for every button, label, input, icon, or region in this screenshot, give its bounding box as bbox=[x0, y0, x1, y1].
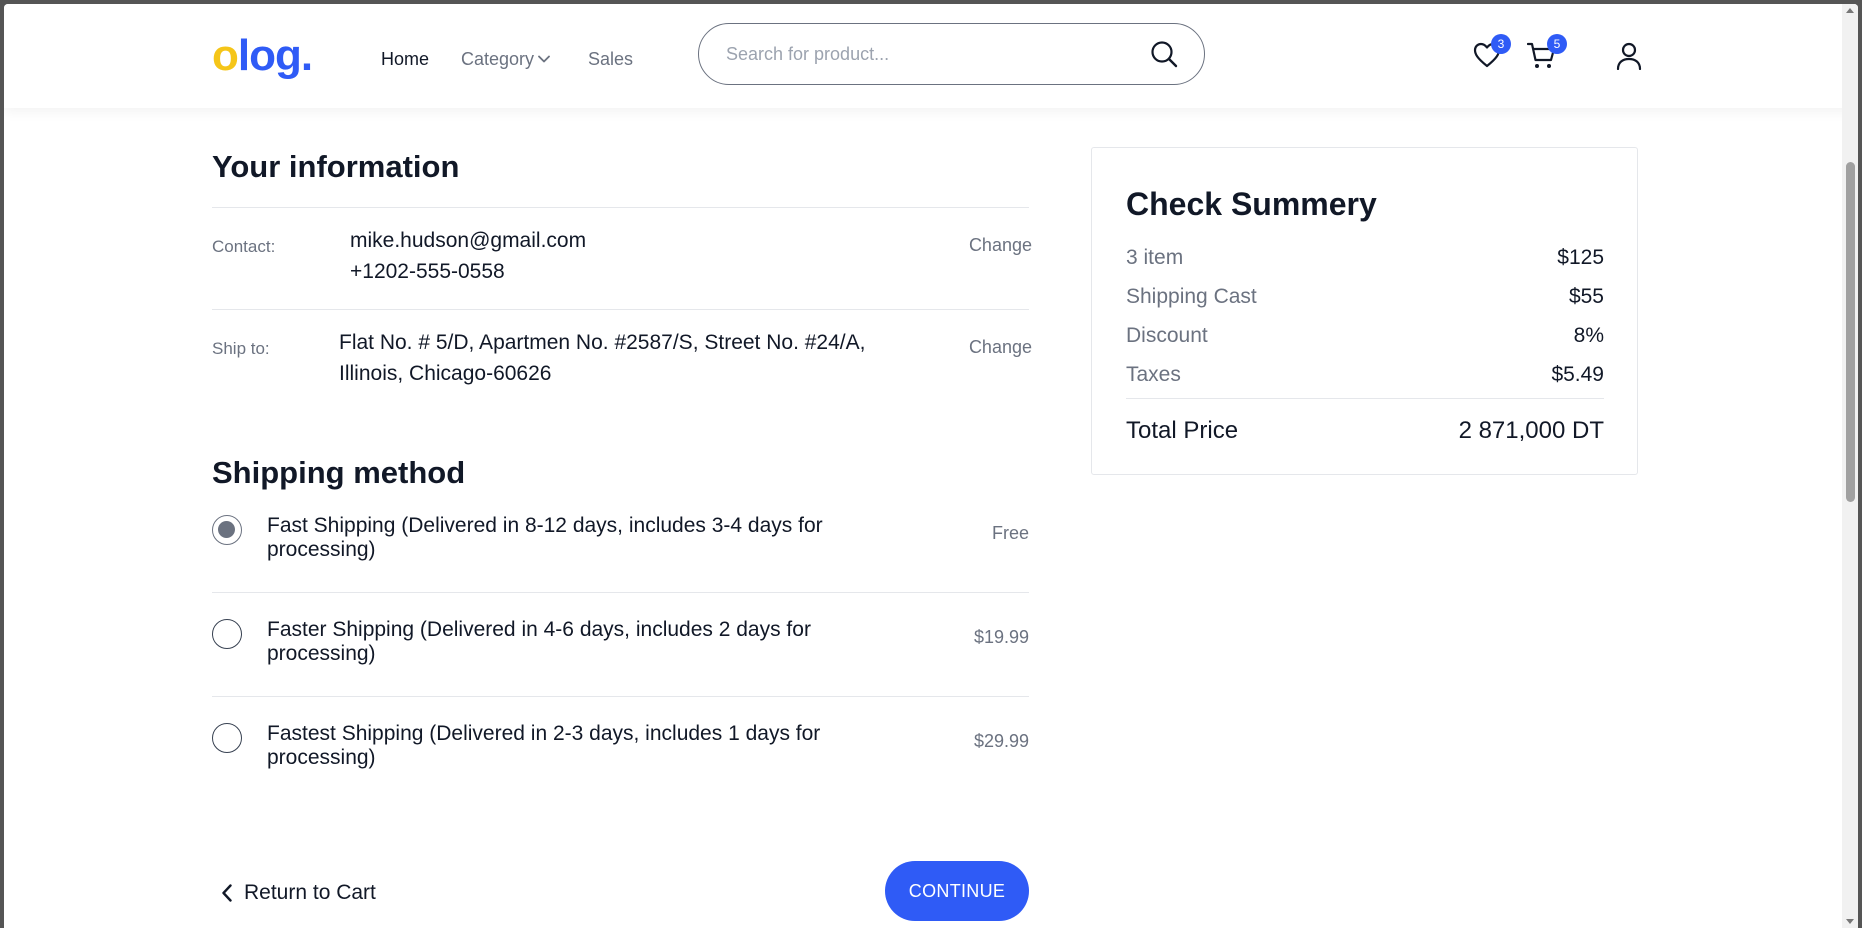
wishlist-button[interactable]: 3 bbox=[1473, 34, 1511, 73]
summary-row-value: $55 bbox=[1568, 285, 1604, 308]
search-input[interactable] bbox=[726, 43, 1150, 65]
shipping-option-label: Fast Shipping (Delivered in 8-12 days, i… bbox=[267, 514, 887, 562]
summary-row-value: 8% bbox=[1573, 324, 1604, 347]
wishlist-count-badge: 3 bbox=[1491, 34, 1511, 54]
nav-category[interactable]: Category bbox=[461, 48, 550, 70]
cart-button[interactable]: 5 bbox=[1526, 34, 1567, 75]
scroll-up-arrow-icon[interactable] bbox=[1846, 8, 1854, 13]
summary-row-label: Shipping Cast bbox=[1126, 285, 1257, 308]
summary-row: 3 item $125 bbox=[1126, 245, 1604, 271]
scroll-thumb[interactable] bbox=[1846, 162, 1855, 502]
divider bbox=[212, 207, 1029, 208]
shipping-option-label: Faster Shipping (Delivered in 4-6 days, … bbox=[267, 618, 887, 666]
summary-title: Check Summery bbox=[1126, 186, 1377, 222]
divider bbox=[212, 696, 1029, 697]
shipping-option-line: processing) bbox=[267, 538, 376, 561]
shipping-option-label: Fastest Shipping (Delivered in 2-3 days,… bbox=[267, 722, 887, 770]
summary-row-value: $125 bbox=[1557, 246, 1604, 269]
user-icon bbox=[1616, 42, 1642, 71]
shipping-option-price: $19.99 bbox=[973, 627, 1029, 647]
return-to-cart-label: Return to Cart bbox=[244, 881, 376, 904]
summary-row: Shipping Cast $55 bbox=[1126, 284, 1604, 310]
address-line-1: Flat No. # 5/D, Apartmen No. #2587/S, St… bbox=[339, 331, 866, 354]
return-to-cart-link[interactable]: Return to Cart bbox=[222, 880, 376, 906]
shipping-option-line: processing) bbox=[267, 642, 376, 665]
change-address-link[interactable]: Change bbox=[969, 336, 1032, 358]
nav-home[interactable]: Home bbox=[381, 48, 429, 70]
chevron-left-icon bbox=[222, 884, 232, 902]
check-summary-card: Check Summery 3 item $125 Shipping Cast … bbox=[1091, 147, 1638, 475]
change-contact-link[interactable]: Change bbox=[969, 234, 1032, 256]
logo-text: log. bbox=[237, 31, 313, 80]
summary-row-label: Taxes bbox=[1126, 363, 1181, 386]
total-price-label: Total Price bbox=[1126, 417, 1239, 444]
nav-category-label: Category bbox=[461, 49, 535, 69]
vertical-scrollbar[interactable] bbox=[1842, 4, 1858, 928]
shipping-option-line: Faster Shipping (Delivered in 4-6 days, … bbox=[267, 618, 811, 641]
summary-row-label: Discount bbox=[1126, 324, 1208, 347]
site-header: olog. Home Category Sales 3 5 bbox=[4, 4, 1858, 108]
summary-total-row: Total Price 2 871,000 DT bbox=[1126, 416, 1604, 446]
continue-button[interactable]: CONTINUE bbox=[885, 861, 1029, 921]
info-title: Your information bbox=[212, 149, 460, 184]
shipping-title: Shipping method bbox=[212, 455, 466, 490]
cart-count-badge: 5 bbox=[1547, 34, 1567, 54]
contact-phone: +1202-555-0558 bbox=[350, 260, 505, 283]
ship-to-label: Ship to: bbox=[212, 339, 270, 358]
search-icon[interactable] bbox=[1150, 40, 1178, 68]
divider bbox=[212, 309, 1029, 310]
logo-letter-o: o bbox=[212, 31, 239, 80]
shipping-option-line: processing) bbox=[267, 746, 376, 769]
checkout-page: olog. Home Category Sales 3 5 Your infor… bbox=[4, 4, 1858, 928]
search-bar bbox=[698, 23, 1205, 85]
logo[interactable]: olog. bbox=[212, 30, 313, 82]
summary-row-label: 3 item bbox=[1126, 246, 1184, 269]
summary-row: Discount 8% bbox=[1126, 323, 1604, 349]
nav-sales[interactable]: Sales bbox=[588, 48, 633, 70]
summary-divider bbox=[1126, 398, 1604, 399]
account-button[interactable] bbox=[1616, 42, 1642, 75]
address-line-2: Illinois, Chicago-60626 bbox=[339, 362, 552, 385]
divider bbox=[212, 592, 1029, 593]
summary-row: Taxes $5.49 bbox=[1126, 362, 1604, 388]
contact-email: mike.hudson@gmail.com bbox=[350, 229, 587, 252]
shipping-option-line: Fast Shipping (Delivered in 8-12 days, i… bbox=[267, 514, 823, 537]
shipping-radio-selected[interactable] bbox=[212, 515, 242, 545]
shipping-option-price: $29.99 bbox=[973, 731, 1029, 751]
scroll-down-arrow-icon[interactable] bbox=[1846, 919, 1854, 924]
total-price-value: 2 871,000 DT bbox=[1458, 417, 1604, 444]
chevron-down-icon bbox=[538, 55, 550, 63]
shipping-radio[interactable] bbox=[212, 723, 242, 753]
shipping-radio[interactable] bbox=[212, 619, 242, 649]
summary-row-value: $5.49 bbox=[1551, 363, 1604, 386]
contact-label: Contact: bbox=[212, 237, 276, 256]
shipping-option-price: Free bbox=[991, 523, 1029, 543]
shipping-option-line: Fastest Shipping (Delivered in 2-3 days,… bbox=[267, 722, 821, 745]
